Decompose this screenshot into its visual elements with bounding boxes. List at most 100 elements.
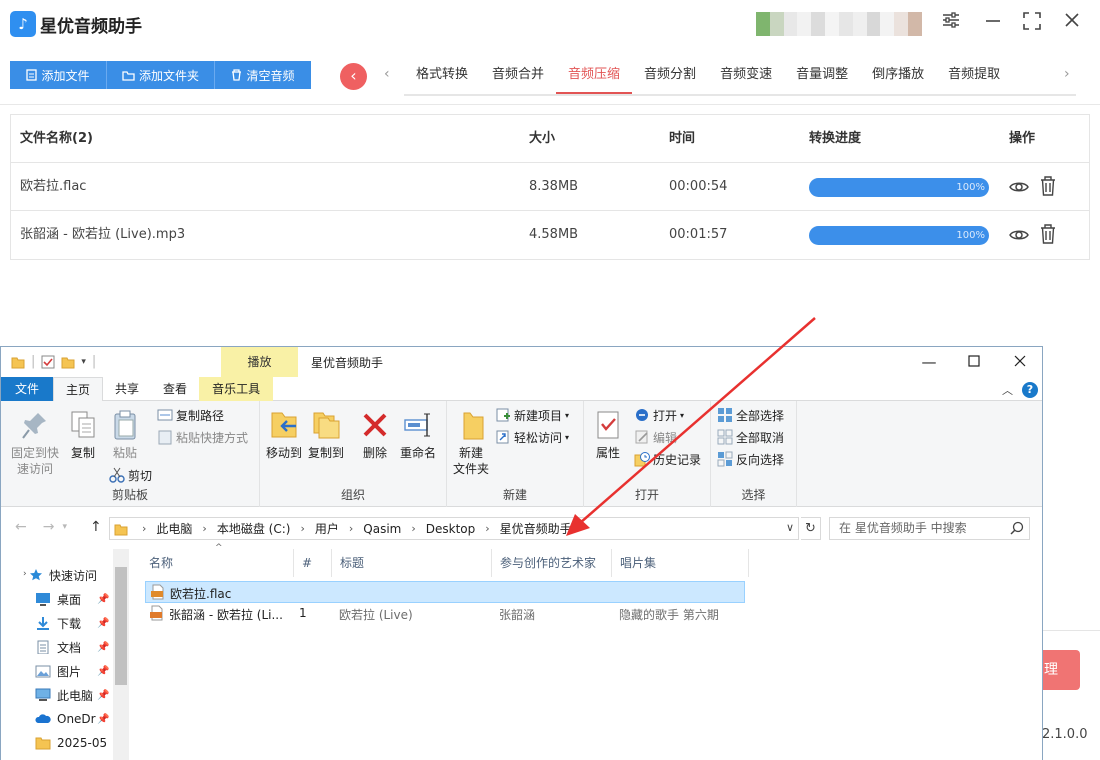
- copy-to-button[interactable]: 复制到: [306, 409, 346, 461]
- column-header-number[interactable]: #: [294, 549, 332, 577]
- help-icon[interactable]: ?: [1022, 382, 1038, 398]
- fullscreen-icon[interactable]: [1021, 12, 1043, 34]
- history-button[interactable]: 历史记录: [634, 449, 701, 469]
- breadcrumb-item[interactable]: 本地磁盘 (C:): [217, 520, 291, 537]
- tab-audio-split[interactable]: 音频分割: [632, 60, 708, 94]
- select-all-button[interactable]: 全部选择: [717, 405, 784, 425]
- scissors-icon: [109, 467, 125, 483]
- tab-reverse-play[interactable]: 倒序播放: [860, 60, 936, 94]
- folder-icon[interactable]: [11, 355, 25, 369]
- new-item-button[interactable]: 新建项目 ▾: [495, 405, 569, 425]
- copy-button[interactable]: 复制: [65, 409, 101, 461]
- ribbon-tab-music-tools[interactable]: 音乐工具: [199, 377, 274, 401]
- file-row-selected[interactable]: 欧若拉.flac: [145, 581, 745, 603]
- ribbon-tab-view[interactable]: 查看: [151, 377, 199, 401]
- back-arrow-icon[interactable]: ←: [15, 519, 27, 535]
- search-input[interactable]: 在 星优音频助手 中搜索: [829, 517, 1030, 540]
- column-header-title[interactable]: 标题: [332, 549, 492, 577]
- breadcrumb-item[interactable]: Desktop: [426, 522, 476, 536]
- move-to-button[interactable]: 移动到: [264, 409, 304, 461]
- recent-dropdown-icon[interactable]: ▾: [62, 522, 67, 535]
- explorer-close-icon[interactable]: [1010, 353, 1030, 371]
- cut-button[interactable]: 剪切: [109, 465, 152, 485]
- tab-scroll-right-icon[interactable]: ›: [1064, 66, 1070, 82]
- ribbon-collapse-icon[interactable]: ︿: [1002, 382, 1013, 398]
- start-process-button[interactable]: 理: [1043, 650, 1080, 690]
- delete-trash-icon[interactable]: [1040, 224, 1056, 244]
- nav-item-desktop[interactable]: 桌面: [35, 589, 81, 609]
- breadcrumb-item[interactable]: 此电脑: [156, 520, 192, 537]
- trash-icon: [232, 69, 242, 81]
- ribbon-group-organize: 移动到 复制到 删除 重命名 组织: [260, 401, 447, 507]
- file-name: 张韶涵 - 欧若拉 (Live).mp3: [20, 227, 186, 242]
- nav-item-pictures[interactable]: 图片: [35, 661, 81, 681]
- edit-button[interactable]: 编辑: [634, 427, 677, 447]
- tab-format-convert[interactable]: 格式转换: [404, 60, 480, 94]
- explorer-minimize-icon[interactable]: —: [919, 353, 939, 371]
- nav-item-downloads[interactable]: 下载: [35, 613, 81, 633]
- ribbon-tab-share[interactable]: 共享: [103, 377, 151, 401]
- progress-bar: 100%: [809, 178, 989, 197]
- address-dropdown-icon[interactable]: ∨: [786, 521, 794, 534]
- copy-path-button[interactable]: 复制路径: [157, 405, 224, 425]
- clear-audio-button[interactable]: 清空音频: [215, 61, 311, 89]
- user-avatar[interactable]: [756, 12, 922, 36]
- paste-shortcut-button[interactable]: 粘贴快捷方式: [157, 427, 248, 447]
- forward-arrow-icon[interactable]: →: [43, 519, 55, 535]
- minimize-icon[interactable]: [982, 12, 1004, 34]
- delete-trash-icon[interactable]: [1040, 176, 1056, 196]
- collapse-back-button[interactable]: ‹: [340, 63, 367, 90]
- open-group-label: 打开: [634, 488, 659, 502]
- column-header-artist[interactable]: 参与创作的艺术家: [492, 549, 612, 577]
- rename-button[interactable]: 重命名: [398, 409, 438, 461]
- ribbon-tab-file[interactable]: 文件: [1, 377, 54, 401]
- nav-item-this-pc[interactable]: 此电脑: [35, 685, 93, 705]
- add-folder-button[interactable]: 添加文件夹: [107, 61, 215, 89]
- refresh-icon[interactable]: ↻: [801, 517, 821, 540]
- add-file-button[interactable]: 添加文件: [10, 61, 107, 89]
- search-icon[interactable]: [1010, 521, 1024, 535]
- file-name: 张韶涵 - 欧若拉 (Li...: [169, 608, 283, 622]
- tab-scroll-left-icon[interactable]: ‹: [384, 66, 390, 82]
- address-bar[interactable]: › 此电脑 › 本地磁盘 (C:) › 用户 › Qasim › Desktop › 星优…: [109, 517, 799, 540]
- ribbon-tab-home[interactable]: 主页: [53, 377, 104, 401]
- tab-audio-merge[interactable]: 音频合并: [480, 60, 556, 94]
- qat-dropdown-icon[interactable]: ▾: [81, 357, 86, 367]
- pin-quick-access-button[interactable]: 固定到快 速访问: [9, 409, 61, 477]
- settings-sliders-icon[interactable]: [940, 12, 962, 34]
- nav-item-documents[interactable]: 文档: [35, 637, 81, 657]
- preview-eye-icon[interactable]: [1009, 177, 1029, 197]
- tab-audio-compress[interactable]: 音频压缩: [556, 60, 633, 94]
- breadcrumb-item[interactable]: Qasim: [363, 522, 401, 536]
- properties-check-icon[interactable]: [41, 355, 55, 369]
- breadcrumb-item[interactable]: 用户: [315, 520, 339, 537]
- paste-button[interactable]: 粘贴: [105, 409, 145, 461]
- breadcrumb-item[interactable]: 星优音频助手: [500, 520, 572, 537]
- properties-button[interactable]: 属性: [590, 409, 626, 461]
- nav-item-onedrive[interactable]: OneDr: [35, 709, 96, 729]
- column-header-name[interactable]: 名称: [141, 549, 294, 577]
- delete-button[interactable]: 删除: [358, 409, 392, 461]
- preview-eye-icon[interactable]: [1009, 225, 1029, 245]
- table-row[interactable]: 欧若拉.flac 8.38MB 00:00:54 100%: [11, 163, 1089, 211]
- explorer-maximize-icon[interactable]: [964, 353, 984, 371]
- table-row[interactable]: 张韶涵 - 欧若拉 (Live).mp3 4.58MB 00:01:57 100…: [11, 211, 1089, 259]
- new-folder-button[interactable]: 新建 文件夹: [451, 409, 491, 477]
- expand-chevron-icon[interactable]: ›: [23, 569, 27, 579]
- nav-item-folder-2025-05[interactable]: 2025-05: [35, 733, 107, 753]
- up-arrow-icon[interactable]: ↑: [90, 519, 102, 535]
- nav-item-quick-access[interactable]: 快速访问: [29, 565, 97, 585]
- tab-audio-speed[interactable]: 音频变速: [708, 60, 784, 94]
- invert-selection-button[interactable]: 反向选择: [717, 449, 784, 469]
- easy-access-button[interactable]: 轻松访问 ▾: [495, 427, 569, 447]
- contextual-tab-play[interactable]: 播放: [221, 347, 298, 377]
- nav-scrollbar-thumb[interactable]: [115, 567, 127, 685]
- tab-volume-adjust[interactable]: 音量调整: [784, 60, 860, 94]
- column-header-album[interactable]: 唱片集: [612, 549, 749, 577]
- open-button[interactable]: 打开 ▾: [634, 405, 684, 425]
- select-none-button[interactable]: 全部取消: [717, 427, 784, 447]
- close-icon[interactable]: [1061, 12, 1083, 34]
- tab-audio-extract[interactable]: 音频提取: [936, 60, 1012, 94]
- new-folder-icon[interactable]: [61, 355, 75, 369]
- file-row[interactable]: 张韶涵 - 欧若拉 (Li... 1 欧若拉 (Live) 张韶涵 隐藏的歌手 …: [145, 603, 745, 625]
